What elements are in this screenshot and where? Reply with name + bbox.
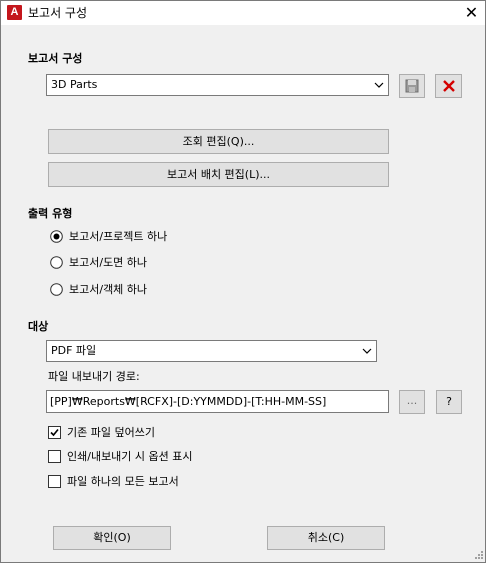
radio-label-one-per-object: 보고서/객체 하나	[69, 283, 148, 296]
target-heading: 대상	[28, 320, 49, 333]
save-config-button[interactable]	[399, 74, 425, 98]
radio-one-per-object[interactable]	[50, 283, 63, 296]
export-path-value: [PP]₩Reports₩[RCFX]-[D:YYMMDD]-[T:HH-MM-…	[50, 395, 327, 408]
close-icon[interactable]: ✕	[458, 1, 485, 25]
browse-button[interactable]: ...	[399, 390, 425, 414]
title-bar[interactable]: A 보고서 구성 ✕	[1, 1, 485, 25]
chevron-down-icon	[374, 82, 384, 88]
radio-one-per-drawing[interactable]	[50, 256, 63, 269]
target-format-select[interactable]: PDF 파일	[46, 340, 377, 362]
all-reports-one-file-label: 파일 하나의 모든 보고서	[67, 475, 179, 488]
help-button[interactable]: ?	[436, 390, 462, 414]
target-format-value: PDF 파일	[51, 344, 97, 357]
cancel-button[interactable]: 취소(C)	[267, 526, 385, 550]
checkmark-icon	[50, 428, 59, 437]
resize-grip-icon[interactable]	[472, 550, 484, 562]
edit-query-button[interactable]: 조회 편집(Q)...	[48, 129, 389, 154]
show-options-checkbox[interactable]	[48, 450, 61, 463]
delete-icon	[443, 80, 455, 92]
overwrite-checkbox[interactable]	[48, 426, 61, 439]
radio-one-per-project[interactable]	[50, 230, 63, 243]
save-icon	[405, 79, 419, 93]
report-config-value: 3D Parts	[51, 78, 98, 91]
report-config-dialog: A 보고서 구성 ✕ 보고서 구성 3D Parts 조회 편집(Q)... 보…	[0, 0, 486, 563]
ok-button[interactable]: 확인(O)	[53, 526, 171, 550]
export-path-input[interactable]: [PP]₩Reports₩[RCFX]-[D:YYMMDD]-[T:HH-MM-…	[46, 390, 389, 413]
window-title: 보고서 구성	[28, 6, 88, 20]
overwrite-label: 기존 파일 덮어쓰기	[67, 426, 155, 439]
report-config-heading: 보고서 구성	[28, 52, 83, 65]
app-icon: A	[7, 5, 22, 20]
chevron-down-icon	[362, 348, 372, 354]
show-options-label: 인쇄/내보내기 시 옵션 표시	[67, 450, 193, 463]
edit-layout-button[interactable]: 보고서 배치 편집(L)...	[48, 162, 389, 187]
radio-label-one-per-project: 보고서/프로젝트 하나	[69, 230, 168, 243]
radio-label-one-per-drawing: 보고서/도면 하나	[69, 256, 148, 269]
delete-config-button[interactable]	[435, 74, 462, 98]
export-path-label: 파일 내보내기 경로:	[48, 370, 140, 383]
all-reports-one-file-checkbox[interactable]	[48, 475, 61, 488]
output-type-heading: 출력 유형	[28, 207, 73, 220]
report-config-select[interactable]: 3D Parts	[46, 74, 389, 96]
